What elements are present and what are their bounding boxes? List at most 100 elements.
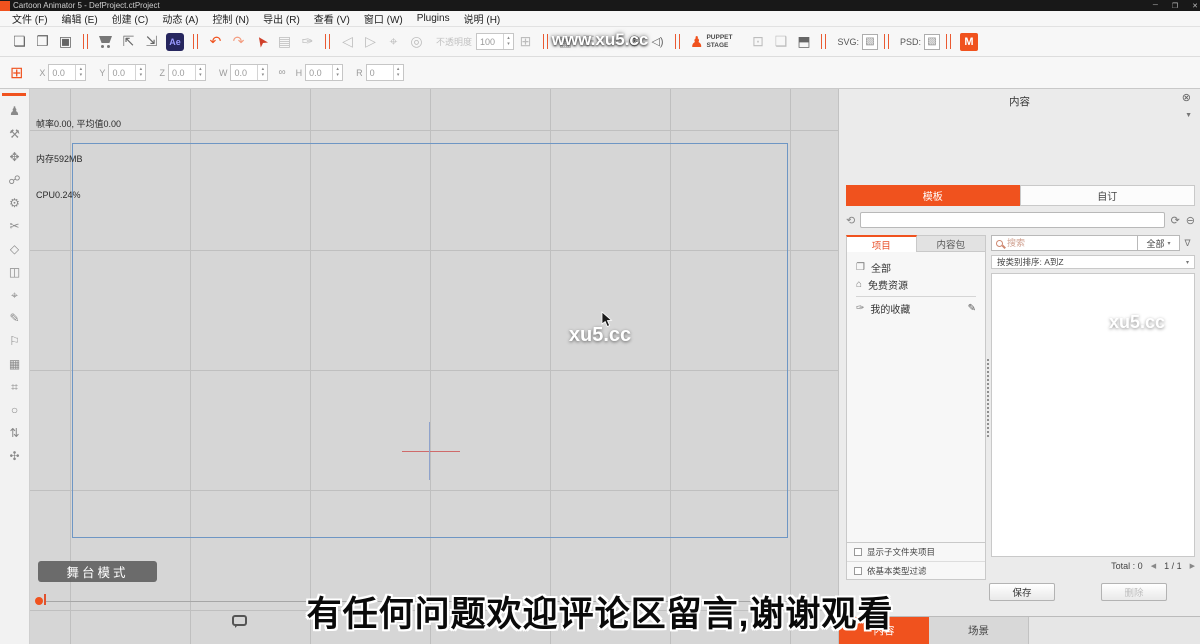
subtab-content-packs[interactable]: 内容包 bbox=[917, 235, 987, 252]
sort-dropdown[interactable]: 按类别排序: A到Z ▾ bbox=[991, 255, 1195, 269]
after-effects-button[interactable]: Ae bbox=[166, 33, 184, 51]
menu-window[interactable]: 窗口 (W) bbox=[357, 11, 410, 26]
template-search-input[interactable] bbox=[860, 212, 1164, 228]
left-tool-icon[interactable]: ⚒ bbox=[9, 128, 20, 141]
menu-export[interactable]: 导出 (R) bbox=[256, 11, 307, 26]
menu-animation[interactable]: 动态 (A) bbox=[155, 11, 205, 26]
transform-field-y: Y ▴▾ bbox=[99, 64, 146, 81]
transform-y-input[interactable] bbox=[109, 65, 135, 80]
transport-play-button[interactable]: ▷ bbox=[359, 30, 382, 53]
focus-target-button[interactable]: ⌖ bbox=[382, 30, 405, 53]
minimize-button[interactable]: ─ bbox=[1153, 2, 1158, 9]
edit-favorites-icon[interactable]: ✎ bbox=[968, 303, 976, 314]
left-tool-icon[interactable]: ○ bbox=[11, 404, 18, 417]
left-tool-icon[interactable]: ◫ bbox=[9, 266, 20, 279]
chevron-down-icon: ▾ bbox=[1186, 259, 1189, 266]
left-tool-icon[interactable]: ✥ bbox=[9, 151, 19, 164]
copy-button[interactable]: ▤ bbox=[273, 30, 296, 53]
left-tool-icon[interactable]: ⌖ bbox=[11, 289, 18, 302]
transform-w-input[interactable] bbox=[231, 65, 257, 80]
asset-search-input[interactable] bbox=[1007, 238, 1133, 248]
left-tool-icon[interactable]: ▦ bbox=[9, 358, 20, 371]
spinner[interactable]: ▴▾ bbox=[332, 65, 342, 80]
transform-x-input[interactable] bbox=[49, 65, 75, 80]
left-tool-icon[interactable]: ☍ bbox=[8, 174, 20, 187]
history-icon[interactable]: ⟲ bbox=[846, 214, 855, 227]
tab-custom[interactable]: 自订 bbox=[1020, 185, 1196, 206]
spinner[interactable]: ▴▾ bbox=[135, 65, 145, 80]
filter-basic-type-checkbox[interactable] bbox=[854, 567, 862, 575]
paint-tool-button[interactable]: ✑ bbox=[296, 30, 319, 53]
psd-import-button[interactable]: ▧ bbox=[924, 34, 940, 50]
filter-all-dropdown[interactable]: 全部 ▾ bbox=[1138, 235, 1180, 251]
left-tool-icon[interactable]: ⇅ bbox=[9, 427, 19, 440]
menu-edit[interactable]: 编辑 (E) bbox=[55, 11, 105, 26]
close-window-button[interactable]: ✕ bbox=[1192, 2, 1198, 10]
filter-funnel-icon[interactable]: ∇ bbox=[1180, 238, 1195, 249]
page-prev-icon[interactable]: ◀ bbox=[1151, 562, 1156, 570]
spinner[interactable]: ▴▾ bbox=[393, 65, 403, 80]
export-content-button[interactable]: ⇱ bbox=[117, 30, 140, 53]
left-tool-icon[interactable]: ⚐ bbox=[9, 335, 20, 348]
spinner[interactable]: ▴▾ bbox=[195, 65, 205, 80]
panel-close-icon[interactable]: ⊗ bbox=[1182, 93, 1191, 104]
transport-prev-button[interactable]: ◁ bbox=[336, 30, 359, 53]
refresh-icon[interactable]: ⟳ bbox=[1171, 214, 1180, 227]
category-item-favorites[interactable]: ✑ 我的收藏 ✎ bbox=[847, 300, 985, 317]
column-splitter[interactable] bbox=[987, 359, 989, 437]
toolbar-divider bbox=[884, 34, 889, 49]
collapse-icon[interactable]: ⊖ bbox=[1186, 214, 1195, 227]
stage-mode-badge: 舞台模式 bbox=[38, 561, 157, 582]
menu-plugins[interactable]: Plugins bbox=[410, 13, 457, 24]
left-tool-icon[interactable]: ⌗ bbox=[11, 381, 18, 394]
open-project-button[interactable]: ❐ bbox=[31, 30, 54, 53]
target-icon: ⌖ bbox=[390, 33, 398, 50]
transform-h-input[interactable] bbox=[306, 65, 332, 80]
import-content-button[interactable]: ⇲ bbox=[140, 30, 163, 53]
menu-control[interactable]: 控制 (N) bbox=[205, 11, 256, 26]
stage-canvas[interactable]: 帧率0.00, 平均值0.00 内存592MB CPU0.24% xu5.cc … bbox=[30, 89, 838, 644]
left-tool-icon[interactable]: ✣ bbox=[9, 450, 19, 463]
left-tool-icon[interactable]: ♟ bbox=[9, 105, 20, 118]
spin-down-icon: ▾ bbox=[140, 73, 143, 79]
redo-button[interactable]: ↷ bbox=[227, 30, 250, 53]
link-aspect-icon[interactable]: ∞ bbox=[278, 67, 285, 78]
panel-pin-icon[interactable]: ▼ bbox=[1185, 112, 1192, 119]
psd-file-icon: ▧ bbox=[927, 36, 936, 47]
spinner[interactable]: ▴▾ bbox=[257, 65, 267, 80]
menu-file[interactable]: 文件 (F) bbox=[5, 11, 55, 26]
maximize-button[interactable]: ❐ bbox=[1172, 2, 1178, 10]
new-project-button[interactable]: ❏ bbox=[8, 30, 31, 53]
marketplace-cart-button[interactable] bbox=[94, 30, 117, 53]
snapshot-button[interactable]: ❑ bbox=[769, 30, 792, 53]
transform-r-input[interactable] bbox=[367, 65, 393, 80]
transform-r-label: R bbox=[356, 68, 363, 78]
page-next-icon[interactable]: ▶ bbox=[1190, 562, 1195, 570]
svg-import-button[interactable]: ▧ bbox=[862, 34, 878, 50]
spinner[interactable]: ▴▾ bbox=[75, 65, 85, 80]
layout-grid-icon[interactable]: ⊞ bbox=[10, 63, 23, 83]
menu-help[interactable]: 说明 (H) bbox=[457, 11, 508, 26]
total-count-label: Total : 0 bbox=[1111, 561, 1143, 571]
asset-list-box[interactable]: xu5.cc bbox=[991, 273, 1195, 557]
undo-button[interactable]: ↶ bbox=[204, 30, 227, 53]
left-tool-icon[interactable]: ✎ bbox=[9, 312, 19, 325]
content-panel: 内容 ⊗ ▼ 模板 自订 ⟲ ⟳ ⊖ 项目 内容包 ❐ 全部 ⌂ 免费资源 ✑ bbox=[838, 89, 1200, 644]
left-tool-icon[interactable]: ◇ bbox=[10, 243, 19, 256]
left-tool-icon[interactable]: ✂ bbox=[9, 220, 19, 233]
marketplace-m-button[interactable]: M bbox=[960, 33, 978, 51]
category-item-all[interactable]: ❐ 全部 bbox=[847, 259, 985, 276]
record-button[interactable]: ◎ bbox=[405, 30, 428, 53]
transform-z-input[interactable] bbox=[169, 65, 195, 80]
export-frame-button[interactable]: ⬒ bbox=[792, 30, 815, 53]
category-item-label: 全部 bbox=[871, 260, 891, 275]
left-tool-icon[interactable]: ⚙ bbox=[9, 197, 20, 210]
show-subfolders-checkbox[interactable] bbox=[854, 548, 862, 556]
menu-view[interactable]: 查看 (V) bbox=[307, 11, 357, 26]
subtab-items[interactable]: 项目 bbox=[846, 235, 917, 252]
tab-template[interactable]: 模板 bbox=[846, 185, 1020, 206]
menu-create[interactable]: 创建 (C) bbox=[105, 11, 156, 26]
save-project-button[interactable]: ▣ bbox=[54, 30, 77, 53]
category-item-free[interactable]: ⌂ 免费资源 bbox=[847, 276, 985, 293]
select-tool-button[interactable]: ➤ bbox=[250, 30, 273, 53]
